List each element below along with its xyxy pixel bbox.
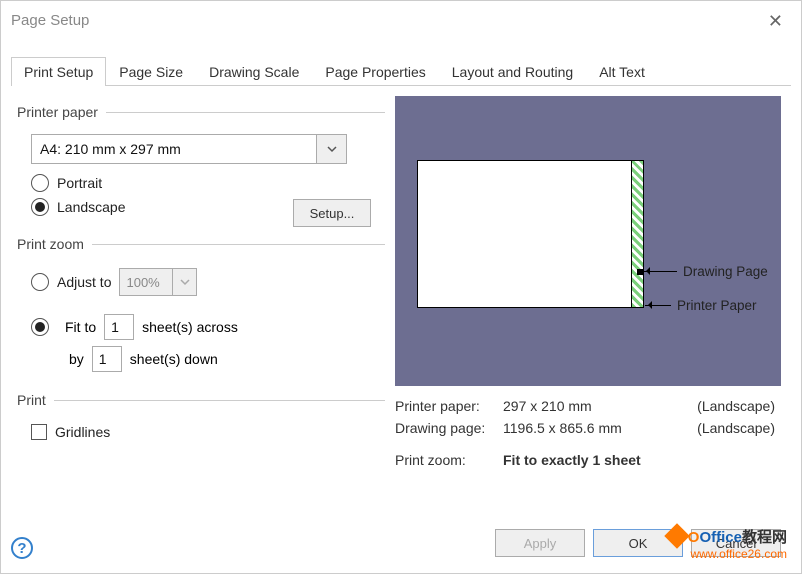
tab-drawing-scale[interactable]: Drawing Scale [196,57,312,86]
print-legend: Print [15,392,54,408]
adjust-to-radio[interactable]: Adjust to 100% [31,268,385,296]
print-zoom-group: Print zoom Adjust to 100% Fit to sheet(s… [15,236,385,378]
print-group: Print Gridlines [15,392,385,446]
paper-size-value: A4: 210 mm x 297 mm [32,141,316,157]
tab-page-size[interactable]: Page Size [106,57,196,86]
portrait-label: Portrait [57,175,102,191]
print-zoom-legend: Print zoom [15,236,92,252]
radio-icon [31,318,49,336]
landscape-label: Landscape [57,199,126,215]
radio-icon [31,198,49,216]
portrait-radio[interactable]: Portrait [31,174,385,192]
info-table: Printer paper: 297 x 210 mm (Landscape) … [395,398,787,468]
by-label: by [69,351,84,367]
tabs: Print Setup Page Size Drawing Scale Page… [11,57,791,86]
drawing-page-callout: Drawing Page [683,264,768,279]
apply-button[interactable]: Apply [495,529,585,557]
setup-button[interactable]: Setup... [293,199,371,227]
radio-icon [31,174,49,192]
info-drawing-page-orient: (Landscape) [675,420,775,436]
info-print-zoom-val: Fit to exactly 1 sheet [503,452,675,468]
tab-layout-routing[interactable]: Layout and Routing [439,57,586,86]
watermark: OOffice教程网 www.office26.com [668,526,787,561]
info-printer-paper-val: 297 x 210 mm [503,398,675,414]
preview-pane: Drawing Page Printer Paper [395,96,781,386]
info-printer-paper-orient: (Landscape) [675,398,775,414]
fit-to-label: Fit to [65,319,96,335]
tab-page-properties[interactable]: Page Properties [312,57,438,86]
info-printer-paper-key: Printer paper: [395,398,503,414]
help-icon[interactable]: ? [11,537,33,559]
chevron-down-icon [173,268,197,296]
info-print-zoom-key: Print zoom: [395,452,503,468]
info-drawing-page-key: Drawing page: [395,420,503,436]
adjust-percent-input: 100% [119,268,173,296]
printer-paper-strip [632,160,644,308]
fit-to-radio[interactable]: Fit to sheet(s) across [31,314,385,340]
gridlines-label: Gridlines [55,424,110,440]
close-icon[interactable]: ✕ [768,11,783,32]
adjust-to-label: Adjust to [57,274,111,290]
tab-print-setup[interactable]: Print Setup [11,57,106,86]
checkbox-icon [31,424,47,440]
printer-paper-legend: Printer paper [15,104,106,120]
sheets-down-input[interactable] [92,346,122,372]
printer-paper-callout: Printer Paper [677,298,757,313]
sheets-across-label: sheet(s) across [142,319,238,335]
paper-size-combo[interactable]: A4: 210 mm x 297 mm [31,134,347,164]
gridlines-checkbox[interactable]: Gridlines [31,424,385,440]
chevron-down-icon [316,135,346,163]
drawing-page-rect [417,160,632,308]
info-drawing-page-val: 1196.5 x 865.6 mm [503,420,675,436]
window-title: Page Setup [11,12,89,29]
titlebar: Page Setup [1,1,801,39]
tab-alt-text[interactable]: Alt Text [586,57,658,86]
sheets-across-input[interactable] [104,314,134,340]
sheets-down-label: sheet(s) down [130,351,218,367]
radio-icon [31,273,49,291]
